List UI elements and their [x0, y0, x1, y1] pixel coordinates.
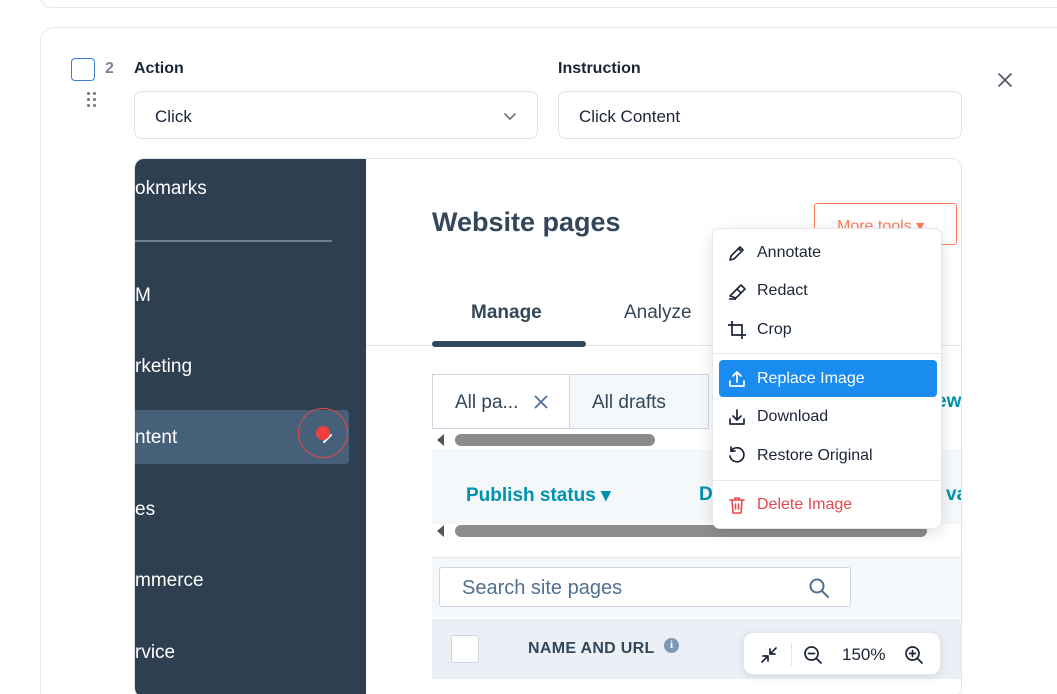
download-icon — [729, 409, 745, 425]
zoom-toolbar: 150% — [743, 632, 941, 675]
tab-manage: Manage — [471, 302, 542, 323]
sidebar-item-sales: es — [135, 499, 156, 520]
zoom-level: 150% — [842, 645, 886, 664]
filter-domain: D — [699, 484, 713, 505]
menu-item-label: Annotate — [757, 244, 822, 261]
zoom-out-icon[interactable] — [802, 644, 824, 666]
filter-publish-status: Publish status ▾ — [466, 485, 611, 506]
search-input: Search site pages — [439, 567, 851, 607]
sidebar-item-commerce: mmerce — [135, 570, 204, 591]
menu-item-label: Delete Image — [757, 496, 853, 513]
collapse-icon[interactable] — [758, 644, 780, 666]
filter-advanced: va — [946, 484, 961, 505]
menu-item-replace-image[interactable]: Replace Image — [719, 360, 937, 397]
menu-divider — [713, 353, 941, 354]
search-placeholder: Search site pages — [462, 577, 623, 599]
view-tab-all-pages: All pa... — [432, 374, 570, 429]
previous-step-card — [40, 0, 1057, 8]
tab-active-indicator — [432, 341, 586, 347]
instruction-input[interactable]: Click Content — [558, 91, 962, 139]
menu-item-label: Download — [757, 408, 829, 425]
sidebar-item-marketing: rketing — [135, 356, 193, 377]
info-icon: i — [664, 638, 679, 653]
tab-analyze: Analyze — [624, 302, 692, 323]
search-icon — [809, 578, 829, 598]
action-label: Action — [134, 60, 184, 77]
sidebar-item-bookmarks: okmarks — [135, 178, 207, 199]
close-icon[interactable] — [995, 70, 1015, 90]
action-select[interactable]: Click — [134, 91, 538, 139]
step-select-checkbox[interactable] — [71, 58, 95, 81]
app-sidebar: okmarks M rketing ntent es mmerce rvice — [135, 159, 366, 694]
upload-icon — [729, 371, 745, 387]
menu-divider — [713, 480, 941, 481]
zoom-divider — [791, 643, 792, 666]
view-tab-all-drafts-label: All drafts — [592, 392, 666, 413]
sidebar-item-content: ntent — [135, 427, 178, 448]
select-all-checkbox — [451, 635, 479, 663]
menu-item-label: Replace Image — [757, 370, 865, 387]
column-name-and-url: NAME AND URL — [528, 640, 655, 657]
scroll-left-arrow-icon — [437, 434, 444, 446]
menu-item-label: Crop — [757, 321, 792, 338]
sidebar-item-crm: M — [135, 285, 151, 306]
chevron-down-icon — [504, 113, 516, 120]
zoom-in-icon[interactable] — [903, 644, 925, 666]
instruction-label: Instruction — [558, 60, 641, 77]
crop-icon — [728, 321, 746, 339]
sidebar-divider — [135, 240, 332, 242]
redact-icon — [729, 284, 746, 300]
page-title: Website pages — [432, 207, 621, 237]
menu-item-crop[interactable]: Crop — [719, 311, 937, 348]
pencil-icon — [729, 246, 744, 261]
close-icon — [534, 395, 548, 409]
menu-item-label: Redact — [757, 282, 808, 299]
restore-icon — [729, 446, 745, 463]
menu-item-delete-image[interactable]: Delete Image — [719, 486, 937, 523]
drag-handle-icon[interactable] — [87, 92, 99, 110]
scroll-left-arrow-icon — [437, 525, 444, 537]
menu-item-restore-original[interactable]: Restore Original — [719, 437, 937, 474]
view-tab-all-drafts: All drafts — [569, 374, 709, 429]
click-target-dot — [316, 426, 330, 440]
view-tab-all-pages-label: All pa... — [455, 392, 519, 413]
step-number: 2 — [105, 60, 114, 77]
menu-item-download[interactable]: Download — [719, 398, 937, 435]
menu-item-label: Restore Original — [757, 447, 873, 464]
sidebar-item-service: rvice — [135, 642, 176, 663]
image-tools-menu: Annotate Redact Crop Replace Image Downl… — [712, 228, 942, 529]
horizontal-scrollbar — [455, 434, 655, 446]
menu-item-annotate[interactable]: Annotate — [719, 234, 937, 271]
trash-icon — [729, 497, 745, 514]
menu-item-redact[interactable]: Redact — [719, 272, 937, 309]
action-select-value: Click — [155, 107, 192, 126]
instruction-input-value: Click Content — [579, 107, 681, 126]
